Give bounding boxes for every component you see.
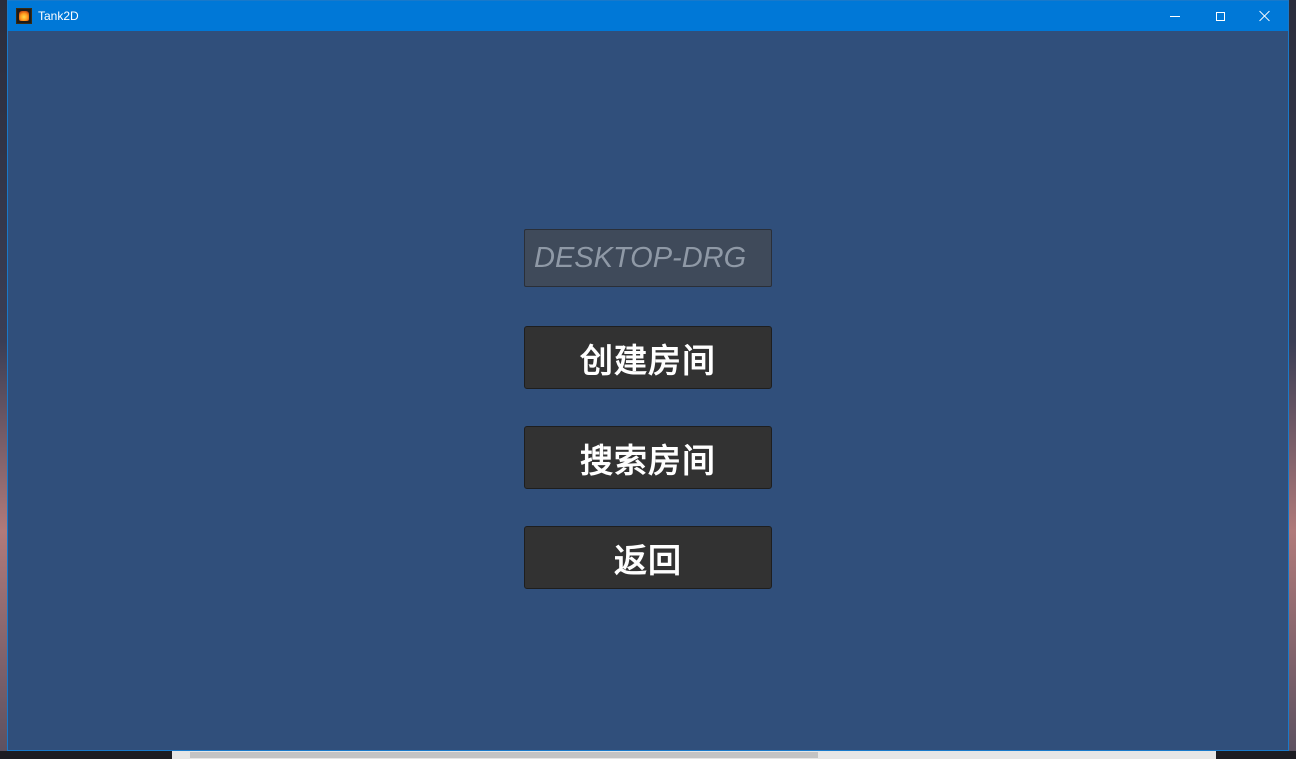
search-room-button[interactable]: 搜索房间	[524, 426, 772, 489]
maximize-button[interactable]	[1197, 1, 1243, 31]
title-bar[interactable]: Tank2D	[8, 1, 1288, 31]
app-window: Tank2D 创建房间 搜索房间 返回	[7, 0, 1289, 751]
close-button[interactable]	[1242, 1, 1288, 31]
minimize-button[interactable]	[1152, 1, 1198, 31]
background-window-scrollbar	[172, 751, 1216, 759]
back-button[interactable]: 返回	[524, 526, 772, 589]
maximize-icon	[1215, 11, 1225, 21]
player-name-input[interactable]	[524, 229, 772, 287]
search-room-label: 搜索房间	[580, 440, 716, 480]
minimize-icon	[1170, 15, 1180, 17]
create-room-label: 创建房间	[580, 340, 716, 380]
create-room-button[interactable]: 创建房间	[524, 326, 772, 389]
tank-flame-icon	[16, 8, 32, 24]
background-scroll-thumb	[190, 752, 818, 758]
close-icon	[1259, 10, 1271, 22]
back-label: 返回	[614, 540, 682, 580]
window-title: Tank2D	[38, 9, 79, 23]
